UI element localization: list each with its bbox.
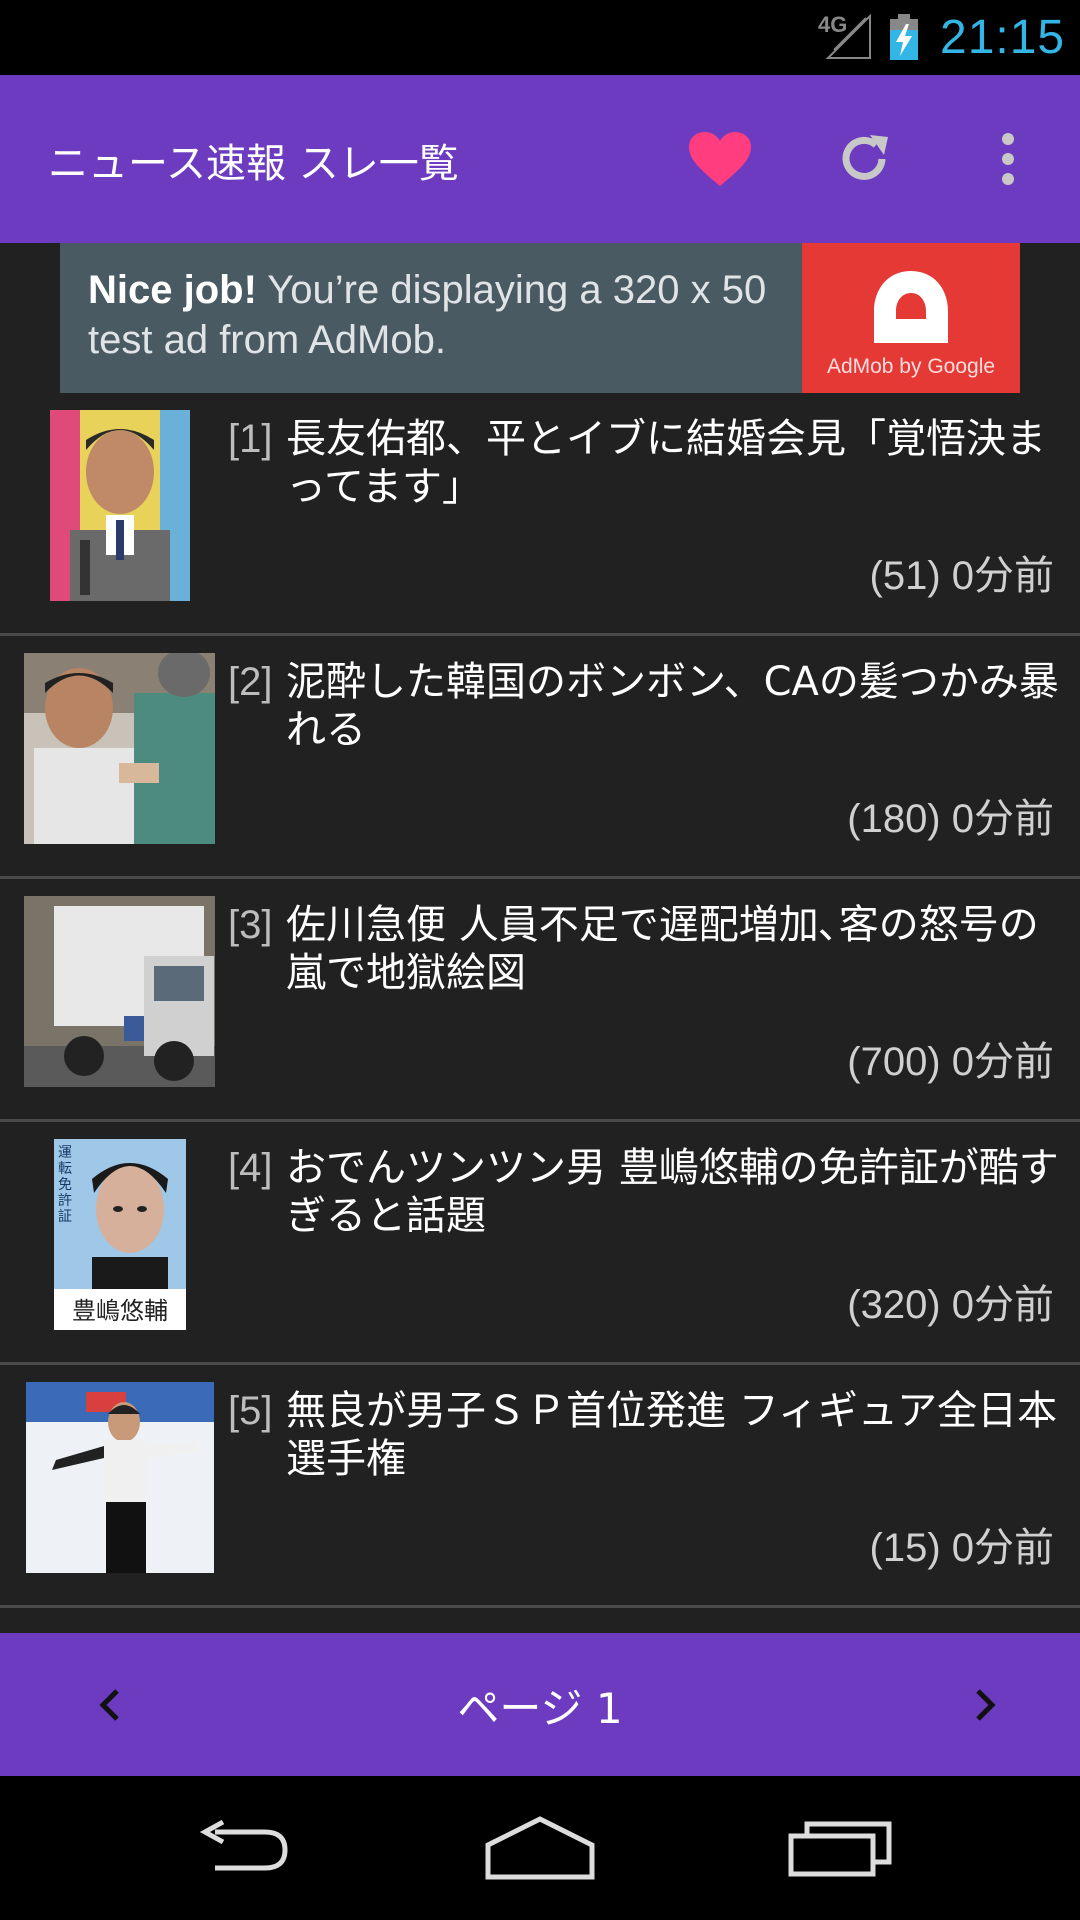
thumbnail-caption: 豊嶋悠輔 (72, 1297, 168, 1325)
item-thumbnail (50, 410, 190, 601)
admob-logo-label: AdMob by Google (826, 355, 996, 378)
signal-icon: 4G (818, 12, 872, 62)
status-bar: 4G 21:15 (0, 0, 1080, 75)
item-thumbnail (24, 896, 215, 1087)
recent-apps-button[interactable] (765, 1798, 915, 1898)
home-icon (485, 1816, 595, 1880)
chevron-right-icon (976, 1689, 996, 1721)
item-meta: (15) 0分前 (869, 1526, 1055, 1570)
item-meta: (320) 0分前 (847, 1283, 1054, 1327)
item-thumbnail (26, 1382, 214, 1573)
item-index: [4] (228, 1146, 273, 1190)
item-title: おでんツンツン男 豊嶋悠輔の免許証が酷すぎると話題 (286, 1145, 1059, 1239)
back-button[interactable] (165, 1798, 315, 1898)
overflow-menu-icon (1002, 133, 1014, 185)
item-meta: (51) 0分前 (869, 554, 1055, 598)
item-title: 佐川急便 人員不足で遅配増加､客の怒号の嵐で地獄絵図 (286, 902, 1039, 996)
admob-logo: AdMob by Google (802, 243, 1020, 393)
item-index: [5] (228, 1389, 273, 1433)
list-item[interactable]: [2] 泥酔した韓国のボンボン、CAの髪つかみ暴れる (180) 0分前 (0, 636, 1080, 879)
page-label: ページ 1 (457, 1684, 623, 1733)
item-thumbnail (24, 653, 215, 844)
license-label: 運転免許証 (58, 1145, 72, 1225)
item-title: 無良が男子ＳＰ首位発進 フィギュア全日本選手権 (286, 1388, 1058, 1482)
next-page-button[interactable] (935, 1655, 1035, 1755)
back-icon (199, 1819, 288, 1871)
item-thumbnail: 運転免許証 豊嶋悠輔 (54, 1139, 186, 1330)
ad-headline: Nice job! (88, 268, 257, 312)
heart-icon (689, 132, 751, 186)
refresh-icon (842, 135, 888, 180)
item-title: 長友佑都、平とイブに結婚会見「覚悟決まってます」 (286, 416, 1046, 510)
home-button[interactable] (465, 1798, 615, 1898)
list-item[interactable]: [3] 佐川急便 人員不足で遅配増加､客の怒号の嵐で地獄絵図 (700) 0分前 (0, 879, 1080, 1122)
system-nav-bar (0, 1776, 1080, 1920)
ad-banner[interactable]: Nice job! You’re displaying a 320 x 50 t… (60, 243, 1020, 393)
item-index: [3] (228, 903, 273, 947)
recent-apps-icon (788, 1821, 892, 1877)
item-meta: (180) 0分前 (847, 797, 1054, 841)
favorites-button[interactable] (670, 109, 770, 209)
thread-list[interactable]: Nice job! You’re displaying a 320 x 50 t… (0, 243, 1080, 1633)
item-title: 泥酔した韓国のボンボン、CAの髪つかみ暴れる (286, 659, 1059, 753)
clock: 21:15 (940, 11, 1066, 64)
overflow-menu-button[interactable] (958, 109, 1058, 209)
app-bar: ニュース速報 スレ一覧 (0, 75, 1080, 243)
pager: ページ 1 (0, 1633, 1080, 1776)
app-title: ニュース速報 スレ一覧 (48, 141, 459, 187)
admob-logo-icon (874, 271, 948, 343)
battery-icon (888, 12, 920, 62)
refresh-button[interactable] (814, 109, 914, 209)
ad-text: Nice job! You’re displaying a 320 x 50 t… (88, 265, 808, 365)
item-index: [2] (228, 660, 273, 704)
list-item[interactable]: [5] 無良が男子ＳＰ首位発進 フィギュア全日本選手権 (15) 0分前 (0, 1365, 1080, 1608)
list-item[interactable]: [1] 長友佑都、平とイブに結婚会見「覚悟決まってます」 (51) 0分前 (0, 393, 1080, 636)
item-index: [1] (228, 417, 273, 461)
list-item[interactable]: 運転免許証 豊嶋悠輔 [4] おでんツンツン男 豊嶋悠輔の免許証が酷すぎると話題… (0, 1122, 1080, 1365)
item-meta: (700) 0分前 (847, 1040, 1054, 1084)
